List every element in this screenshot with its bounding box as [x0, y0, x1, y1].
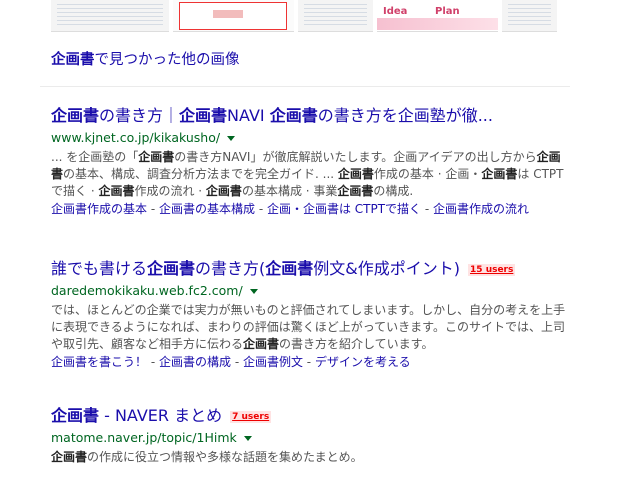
title-text: の書き方( [195, 259, 266, 278]
bookmark-users-badge[interactable]: 7 users [230, 410, 272, 423]
search-result: 企画書の書き方｜企画書NAVI 企画書の書き方を企画塾が徹... www.kjn… [51, 105, 571, 218]
snippet-keyword: 企画書 [481, 167, 518, 181]
title-text: 誰でも書ける [51, 259, 148, 278]
title-text: NAVI [227, 106, 270, 125]
title-text: - NAVER まとめ [99, 406, 223, 425]
snippet-text: ... を企画塾の「 [51, 150, 139, 164]
sitelink[interactable]: 企画書例文 [243, 355, 303, 369]
section-divider [40, 86, 570, 87]
result-url-row: daredemokikaku.web.fc2.com/ [51, 283, 571, 299]
thumbnail-idea-text: Idea [383, 6, 408, 17]
more-images-link[interactable]: 企画書で見つかった他の画像 [51, 48, 240, 69]
more-images-keyword: 企画書 [51, 52, 95, 68]
result-url: www.kjnet.co.jp/kikakusho/ [51, 130, 221, 145]
sitelink[interactable]: 企画書を書こう！ [51, 355, 147, 369]
snippet-text: の基本、構成、調査分析方法までを完全ガイド. ... [63, 167, 338, 181]
snippet-keyword: 企画書 [337, 167, 374, 181]
bookmark-users-badge[interactable]: 15 users [468, 263, 516, 276]
snippet-keyword: 企画書 [205, 184, 242, 198]
title-keyword: 企画書 [269, 106, 318, 125]
title-keyword: 企画書 [51, 406, 100, 425]
sitelink[interactable]: 企画書の基本構成 [159, 202, 255, 216]
snippet-keyword: 企画書 [337, 184, 374, 198]
search-result: 誰でも書ける企画書の書き方(企画書例文&作成ポイント) 15 users dare… [51, 258, 571, 371]
image-thumbnail[interactable] [502, 0, 557, 32]
title-text: の書き方を企画塾が徹... [317, 106, 493, 125]
image-thumbnail[interactable] [51, 0, 169, 32]
search-result: 企画書 - NAVER まとめ 7 users matome.naver.jp/t… [51, 405, 571, 466]
sitelink[interactable]: 企画書作成の流れ [433, 202, 529, 216]
snippet-text: の構成. [373, 184, 414, 198]
sitelink[interactable]: 企画書の構成 [159, 355, 231, 369]
title-text: 例文&作成ポイント) [313, 259, 461, 278]
result-url-row: matome.naver.jp/topic/1Himk [51, 430, 571, 446]
result-snippet: では、ほとんどの企業では実力が無いものと評価されてしまいます。しかし、自分の考え… [51, 302, 571, 353]
result-url-row: www.kjnet.co.jp/kikakusho/ [51, 130, 571, 146]
result-sitelinks: 企画書作成の基本 - 企画書の基本構成 - 企画・企画書は CTPTで描く - … [51, 202, 530, 216]
result-snippet: ... を企画塾の「企画書の書き方NAVI」が徹底解説いたします。企画アイデアの… [51, 149, 571, 200]
result-title-link[interactable]: 誰でも書ける企画書の書き方(企画書例文&作成ポイント) 15 users [51, 258, 571, 280]
image-thumbnail[interactable]: Idea Plan [377, 0, 498, 32]
url-dropdown-arrow-icon[interactable] [243, 436, 252, 441]
snippet-text: の書き方NAVI」が徹底解説いたします。企画アイデアの出し方から [174, 150, 537, 164]
image-thumbnail[interactable] [298, 0, 373, 32]
title-keyword: 企画書 [179, 106, 228, 125]
title-keyword: 企画書 [265, 259, 314, 278]
snippet-keyword: 企画書 [138, 150, 175, 164]
snippet-keyword: 企画書 [51, 450, 88, 464]
result-snippet: 企画書の作成に役立つ情報や多様な話題を集めたまとめ。 [51, 449, 571, 466]
snippet-text: の書き方を紹介しています。 [279, 337, 434, 351]
result-title-link[interactable]: 企画書 - NAVER まとめ 7 users [51, 405, 571, 427]
title-keyword: 企画書 [147, 259, 196, 278]
title-text: の書き方｜ [99, 106, 180, 125]
url-dropdown-arrow-icon[interactable] [249, 289, 258, 294]
snippet-keyword: 企画書 [243, 337, 280, 351]
snippet-text: 作成の基本 · 企画・ [373, 167, 482, 181]
image-thumbnail[interactable] [173, 0, 294, 32]
sitelink[interactable]: デザインを考える [315, 355, 411, 369]
title-keyword: 企画書 [51, 106, 100, 125]
sitelink[interactable]: 企画書作成の基本 [51, 202, 147, 216]
result-sitelinks: 企画書を書こう！ - 企画書の構成 - 企画書例文 - デザインを考える [51, 355, 411, 369]
more-images-label: で見つかった他の画像 [94, 52, 240, 68]
thumbnail-plan-text: Plan [435, 6, 460, 17]
sitelink[interactable]: 企画・企画書は CTPTで描く [267, 202, 421, 216]
snippet-text: の作成に役立つ情報や多様な話題を集めたまとめ。 [87, 450, 363, 464]
snippet-keyword: 企画書 [98, 184, 135, 198]
snippet-text: の基本構成 · 事業 [241, 184, 338, 198]
image-thumbnails-strip: Idea Plan [51, 0, 557, 32]
result-url: matome.naver.jp/topic/1Himk [51, 430, 237, 445]
url-dropdown-arrow-icon[interactable] [227, 136, 236, 141]
snippet-text: 作成の流れ · [134, 184, 206, 198]
result-url: daredemokikaku.web.fc2.com/ [51, 283, 243, 298]
result-title-link[interactable]: 企画書の書き方｜企画書NAVI 企画書の書き方を企画塾が徹... [51, 105, 571, 127]
